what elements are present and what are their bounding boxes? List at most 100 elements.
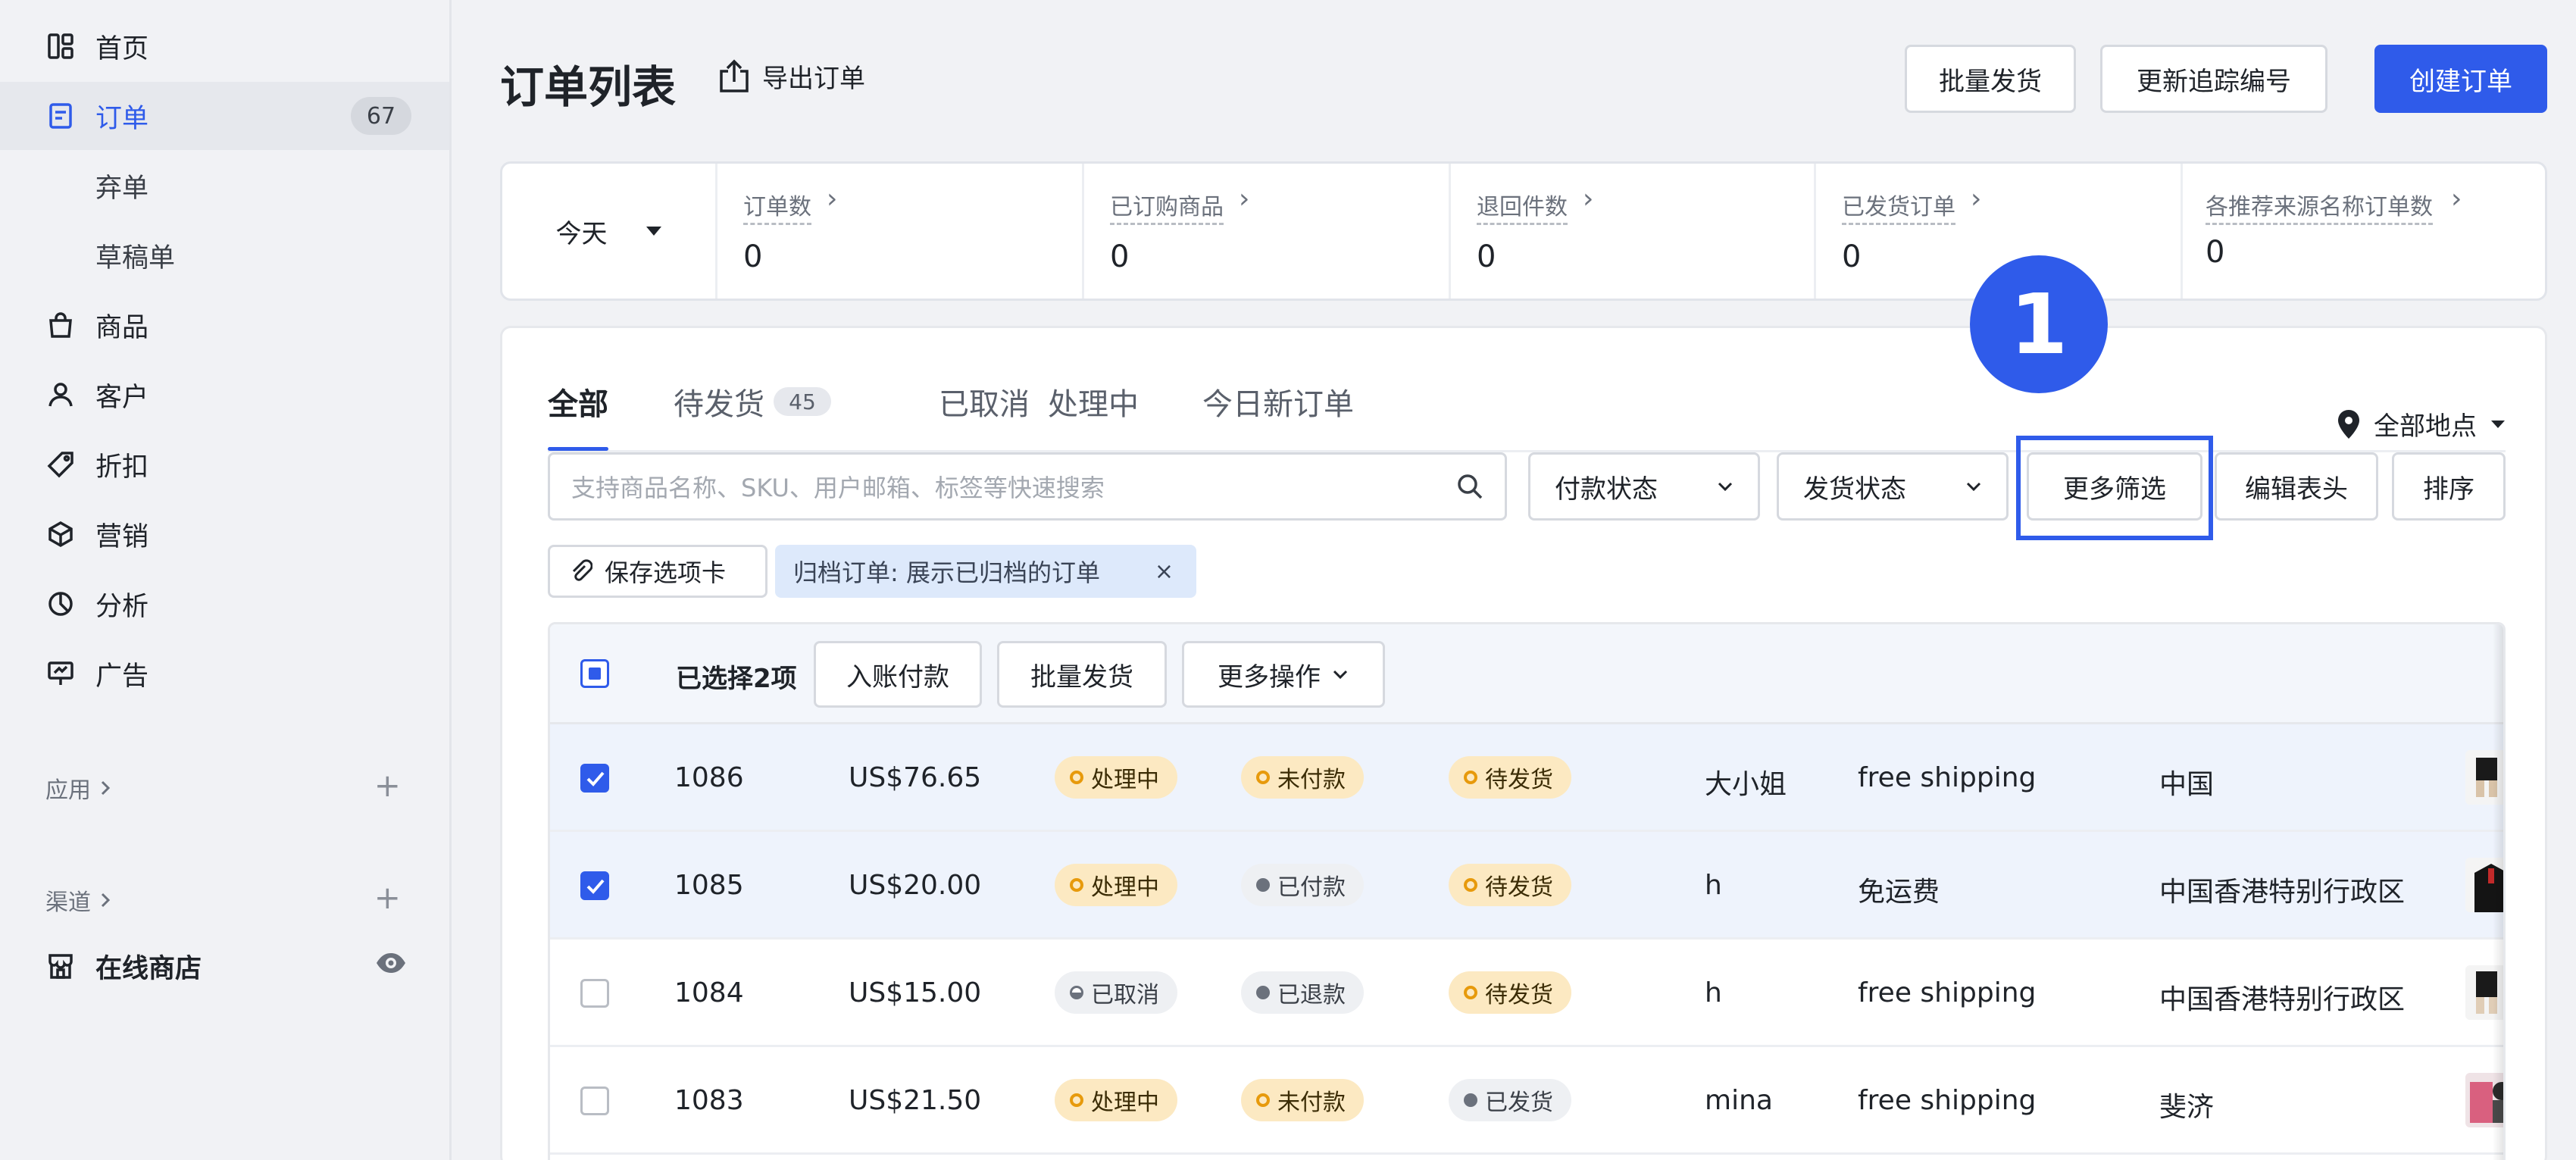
payment-status-badge: 未付款 bbox=[1241, 1079, 1364, 1121]
row-checkbox[interactable] bbox=[580, 871, 609, 900]
row-checkbox[interactable] bbox=[580, 764, 609, 793]
filter-chip-label: 归档订单: 展示已归档的订单 bbox=[793, 558, 1100, 587]
more-actions-label: 更多操作 bbox=[1218, 662, 1321, 692]
tab-cancelled[interactable]: 已取消 bbox=[939, 380, 1030, 424]
sidebar-item-discounts[interactable]: 折扣 bbox=[0, 430, 449, 499]
orders-table: 已选择2项 入账付款 批量发货 更多操作 1086 US$76.65 处理中 未… bbox=[548, 622, 2506, 1160]
sort-button[interactable]: 排序 bbox=[2392, 452, 2506, 521]
order-id[interactable]: 1086 bbox=[674, 762, 744, 793]
create-order-button[interactable]: 创建订单 bbox=[2374, 45, 2547, 113]
period-value: 今天 bbox=[555, 218, 608, 249]
bulk-ship-button[interactable]: 批量发货 bbox=[997, 641, 1167, 708]
badge-label: 已取消 bbox=[1091, 982, 1159, 1008]
storefront-icon bbox=[45, 951, 76, 981]
stat-label: 各推荐来源名称订单数 bbox=[2206, 188, 2433, 225]
tab-all[interactable]: 全部 bbox=[548, 380, 608, 424]
close-icon[interactable]: × bbox=[1155, 558, 1174, 585]
order-id[interactable]: 1085 bbox=[674, 870, 744, 901]
save-tab-button[interactable]: 保存选项卡 bbox=[548, 545, 767, 598]
page-title: 订单列表 bbox=[500, 61, 677, 113]
badge-label: 处理中 bbox=[1091, 874, 1159, 901]
row-checkbox[interactable] bbox=[580, 1087, 609, 1115]
orders-panel: 全部 待发货 45 已取消 处理中 今日新订单 全部地点 支持商品名称、SKU、… bbox=[500, 255, 2547, 1160]
sidebar-item-home[interactable]: 首页 bbox=[0, 12, 449, 80]
shipping-region: 中国香港特别行政区 bbox=[2159, 877, 2406, 908]
sidebar-item-marketing[interactable]: 营销 bbox=[0, 500, 449, 568]
location-select[interactable]: 全部地点 bbox=[2337, 405, 2506, 442]
sidebar-item-label: 商品 bbox=[95, 312, 149, 343]
payment-status-badge: 已付款 bbox=[1241, 864, 1364, 906]
user-icon bbox=[45, 380, 76, 410]
badge-label: 处理中 bbox=[1091, 1090, 1159, 1116]
sidebar-apps-section[interactable]: 应用 bbox=[45, 771, 112, 805]
bulk-ship-header-button[interactable]: 批量发货 bbox=[1905, 45, 2076, 113]
dropdown-label: 发货状态 bbox=[1803, 474, 1906, 505]
tab-label: 处理中 bbox=[1048, 387, 1139, 422]
add-app-icon[interactable]: + bbox=[374, 770, 401, 802]
sidebar-item-drafts[interactable]: 草稿单 bbox=[0, 221, 449, 289]
shipping-region: 斐济 bbox=[2159, 1092, 2215, 1123]
sidebar-item-label: 草稿单 bbox=[95, 242, 176, 274]
payment-status-dropdown[interactable]: 付款状态 bbox=[1528, 452, 1760, 521]
sidebar-item-products[interactable]: 商品 bbox=[0, 291, 449, 359]
active-filter-chip: 归档订单: 展示已归档的订单 × bbox=[775, 545, 1196, 598]
select-all-checkbox[interactable] bbox=[580, 659, 609, 688]
sidebar-item-orders[interactable]: 订单 67 bbox=[0, 82, 449, 150]
tab-to-ship[interactable]: 待发货 45 bbox=[674, 380, 831, 424]
cube-icon bbox=[45, 519, 76, 549]
shipping-method: free shipping bbox=[1858, 977, 2037, 1008]
table-row[interactable]: 1084 US$15.00 已取消 已退款 待发货 h free shippin… bbox=[550, 940, 2503, 1047]
sidebar-item-abandoned[interactable]: 弃单 bbox=[0, 152, 449, 220]
stat-orders[interactable]: 订单数 › 0 bbox=[717, 164, 1084, 299]
customer-name: 大小姐 bbox=[1705, 769, 1787, 800]
stat-label: 退回件数 bbox=[1477, 188, 1568, 225]
eye-icon[interactable] bbox=[375, 951, 407, 981]
payment-status-badge: 已退款 bbox=[1241, 971, 1364, 1014]
shipping-method: free shipping bbox=[1858, 1085, 2037, 1116]
fulfillment-status-badge: 待发货 bbox=[1449, 971, 1571, 1014]
status-dot-icon bbox=[1070, 771, 1083, 784]
location-label: 全部地点 bbox=[2374, 411, 2477, 442]
order-status-badge: 处理中 bbox=[1055, 864, 1177, 906]
badge-label: 已发货 bbox=[1485, 1090, 1553, 1116]
stat-value: 0 bbox=[1842, 239, 1862, 274]
stat-value: 0 bbox=[743, 239, 763, 274]
sidebar-item-label: 广告 bbox=[95, 661, 149, 692]
tab-processing[interactable]: 处理中 bbox=[1048, 380, 1139, 424]
search-icon[interactable] bbox=[1455, 471, 1485, 508]
update-tracking-button[interactable]: 更新追踪编号 bbox=[2100, 45, 2327, 113]
row-checkbox[interactable] bbox=[580, 979, 609, 1008]
order-id[interactable]: 1083 bbox=[674, 1085, 744, 1116]
shipping-status-dropdown[interactable]: 发货状态 bbox=[1777, 452, 2009, 521]
add-channel-icon[interactable]: + bbox=[374, 882, 401, 914]
table-row[interactable]: 1086 US$76.65 处理中 未付款 待发货 大小姐 free shipp… bbox=[550, 724, 2503, 832]
table-row[interactable]: 1083 US$21.50 处理中 未付款 已发货 mina free ship… bbox=[550, 1047, 2503, 1155]
dropdown-label: 付款状态 bbox=[1555, 474, 1658, 505]
mark-paid-button[interactable]: 入账付款 bbox=[814, 641, 982, 708]
sidebar-item-ads[interactable]: 广告 bbox=[0, 639, 449, 708]
tab-badge: 45 bbox=[774, 387, 831, 416]
stat-returns[interactable]: 退回件数 › 0 bbox=[1451, 164, 1816, 299]
chevron-down-icon bbox=[1333, 670, 1348, 680]
stat-label: 订单数 bbox=[743, 188, 811, 225]
search-input[interactable]: 支持商品名称、SKU、用户邮箱、标签等快速搜索 bbox=[548, 452, 1507, 521]
order-id[interactable]: 1084 bbox=[674, 977, 744, 1008]
order-status-badge: 处理中 bbox=[1055, 1079, 1177, 1121]
stat-items-ordered[interactable]: 已订购商品 › 0 bbox=[1084, 164, 1451, 299]
edit-columns-button[interactable]: 编辑表头 bbox=[2215, 452, 2378, 521]
sidebar-item-online-store[interactable]: 在线商店 bbox=[0, 932, 449, 1000]
period-select[interactable]: 今天 bbox=[502, 164, 717, 299]
order-amount: US$76.65 bbox=[849, 762, 982, 793]
stat-referral-orders[interactable]: 各推荐来源名称订单数 › 0 bbox=[2183, 164, 2545, 299]
more-actions-button[interactable]: 更多操作 bbox=[1182, 641, 1385, 708]
sidebar-channels-section[interactable]: 渠道 bbox=[45, 883, 112, 917]
tab-label: 待发货 bbox=[674, 387, 764, 422]
table-row[interactable]: 1085 US$20.00 处理中 已付款 待发货 h 免运费 中国香港特别行政… bbox=[550, 832, 2503, 940]
tab-today-new[interactable]: 今日新订单 bbox=[1202, 380, 1354, 424]
status-dot-icon bbox=[1464, 1093, 1477, 1107]
export-orders-button[interactable]: 导出订单 bbox=[717, 58, 865, 95]
channels-label: 渠道 bbox=[45, 890, 91, 916]
sidebar-item-customers[interactable]: 客户 bbox=[0, 361, 449, 429]
badge-label: 待发货 bbox=[1485, 874, 1553, 901]
sidebar-item-analytics[interactable]: 分析 bbox=[0, 570, 449, 638]
